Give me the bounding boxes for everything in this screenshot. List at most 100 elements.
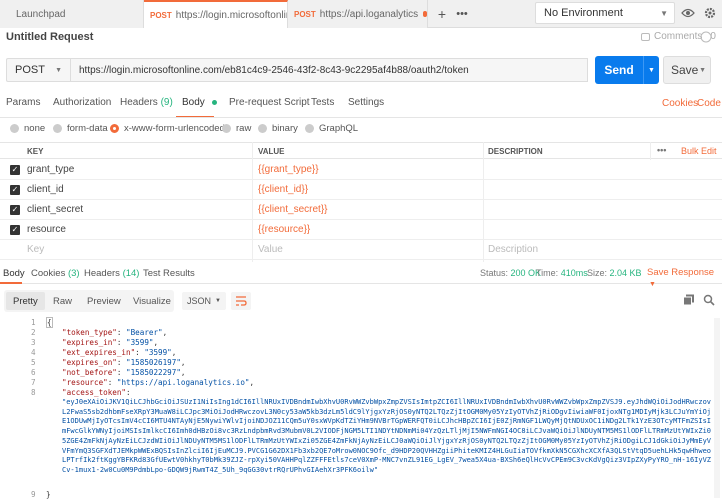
tab-settings[interactable]: Settings	[348, 97, 384, 108]
radio-label: form-data	[67, 122, 108, 134]
tab-menu-more-icon[interactable]: •••	[452, 4, 472, 24]
radio-form-data[interactable]: form-data	[53, 122, 108, 134]
param-value[interactable]: {{client_secret}}	[258, 204, 328, 215]
environment-select[interactable]: No Environment ▼	[535, 2, 675, 24]
cookies-link[interactable]: Cookies	[662, 98, 698, 109]
param-value[interactable]: {{client_id}}	[258, 184, 308, 195]
tab-authorization[interactable]: Authorization	[53, 97, 111, 108]
view-visualize-button[interactable]: Visualize	[126, 292, 178, 310]
send-options-chevron-icon[interactable]: ▼	[643, 56, 659, 84]
send-button[interactable]: Send	[595, 56, 643, 84]
line-number: 5	[31, 358, 36, 367]
radio-none[interactable]: none	[10, 122, 45, 134]
column-key: KEY	[27, 147, 44, 156]
param-key[interactable]: resource	[27, 224, 66, 235]
response-tab-test-results[interactable]: Test Results	[143, 268, 195, 279]
body-active-dot-icon	[211, 99, 217, 105]
scrollbar[interactable]	[714, 318, 720, 498]
new-tab-plus-icon[interactable]: +	[432, 4, 452, 24]
view-raw-button[interactable]: Raw	[46, 292, 79, 310]
line-number: 7	[31, 378, 36, 387]
eye-icon[interactable]	[678, 2, 698, 24]
value-input[interactable]: Value	[258, 244, 283, 255]
view-pretty-button[interactable]: Pretty	[6, 292, 45, 310]
url-input[interactable]: https://login.microsoftonline.com/eb81c4…	[70, 58, 588, 82]
response-tab-cookies[interactable]: Cookies (3)	[31, 268, 80, 279]
tab-headers[interactable]: Headers (9)	[120, 97, 173, 108]
param-key[interactable]: client_secret	[27, 204, 83, 215]
tab-params[interactable]: Params	[6, 97, 40, 108]
line-number: 8	[31, 388, 36, 397]
environment-selected: No Environment	[544, 7, 623, 19]
param-value[interactable]: {{grant_type}}	[258, 164, 319, 175]
tab-request-loganalytics[interactable]: POST https://api.loganalytics.io/v1/...	[288, 0, 428, 28]
url-text: https://login.microsoftonline.com/eb81c4…	[79, 64, 469, 76]
table-row[interactable]: ✓ client_secret {{client_secret}}	[0, 200, 722, 220]
json-line: "expires_in": "3599",	[62, 338, 159, 347]
gear-icon[interactable]	[700, 2, 720, 24]
chevron-down-icon: ▼	[649, 281, 656, 288]
column-divider	[650, 142, 651, 160]
json-key: "access_token"	[62, 388, 127, 397]
code-link[interactable]: Code	[697, 98, 721, 109]
radio-circle-icon	[305, 123, 314, 133]
key-input[interactable]: Key	[27, 244, 44, 255]
checkbox-checked-icon[interactable]: ✓	[10, 185, 20, 195]
format-select[interactable]: JSON ▼	[182, 292, 226, 310]
radio-label: x-www-form-urlencoded	[124, 122, 225, 134]
table-row[interactable]: ✓ resource {{resource}}	[0, 220, 722, 240]
table-row-new[interactable]: Key Value Description	[0, 240, 722, 260]
copy-icon[interactable]	[683, 294, 695, 306]
line-number: 4	[31, 348, 36, 357]
description-input[interactable]: Description	[488, 244, 538, 255]
status-meta: Status: 200 OK	[480, 268, 541, 278]
json-value: "1585026197"	[126, 358, 181, 367]
param-key[interactable]: client_id	[27, 184, 64, 195]
table-row[interactable]: ✓ client_id {{client_id}}	[0, 180, 722, 200]
line-number: 1	[31, 318, 36, 327]
tab-tests[interactable]: Tests	[311, 97, 334, 108]
tab-body-label: Body	[182, 97, 205, 108]
request-title[interactable]: Untitled Request	[6, 31, 93, 43]
json-value: "https://api.loganalytics.io"	[116, 378, 250, 387]
checkbox-checked-icon[interactable]: ✓	[10, 165, 20, 175]
search-icon[interactable]	[703, 294, 715, 306]
radio-x-www-form-urlencoded[interactable]: x-www-form-urlencoded	[110, 122, 225, 134]
json-line: "access_token":	[62, 388, 131, 397]
tab-count: (3)	[67, 268, 80, 279]
response-tab-body[interactable]: Body	[3, 268, 25, 279]
response-tab-headers[interactable]: Headers (14)	[84, 268, 139, 279]
tab-prerequest-script[interactable]: Pre-request Script	[229, 97, 310, 108]
param-key[interactable]: grant_type	[27, 164, 74, 175]
info-icon[interactable]	[700, 31, 714, 43]
json-value: "3599"	[144, 348, 172, 357]
tab-body[interactable]: Body	[182, 97, 217, 108]
format-label: JSON	[187, 296, 212, 306]
tab-launchpad[interactable]: Launchpad	[0, 0, 144, 28]
bulk-edit-link[interactable]: Bulk Edit	[681, 146, 717, 156]
checkbox-checked-icon[interactable]: ✓	[10, 205, 20, 215]
save-button[interactable]: Save ▼	[663, 56, 711, 84]
divider	[0, 117, 722, 118]
more-options-icon[interactable]: •••	[657, 145, 666, 155]
radio-binary[interactable]: binary	[258, 122, 298, 134]
line-number: 3	[31, 338, 36, 347]
json-brace: {	[46, 317, 53, 328]
view-preview-button[interactable]: Preview	[80, 292, 128, 310]
wrap-lines-icon[interactable]	[231, 292, 251, 310]
size-label: Size:	[587, 268, 608, 278]
radio-raw[interactable]: raw	[222, 122, 251, 134]
status-label: Status:	[480, 268, 509, 278]
param-value[interactable]: {{resource}}	[258, 224, 310, 235]
chevron-down-icon: ▼	[215, 298, 221, 304]
checkbox-checked-icon[interactable]: ✓	[10, 225, 20, 235]
line-number: 6	[31, 368, 36, 377]
radio-label: GraphQL	[319, 122, 359, 134]
tab-label: Headers	[84, 268, 120, 279]
method-select[interactable]: POST ▼	[6, 58, 70, 82]
table-row[interactable]: ✓ grant_type {{grant_type}}	[0, 160, 722, 180]
radio-graphql[interactable]: GraphQL	[305, 122, 358, 134]
radio-circle-icon	[10, 123, 19, 133]
tab-request-login[interactable]: POST https://login.microsoftonline.com..…	[144, 0, 288, 28]
save-response-button[interactable]: Save Response ▼	[647, 267, 722, 289]
